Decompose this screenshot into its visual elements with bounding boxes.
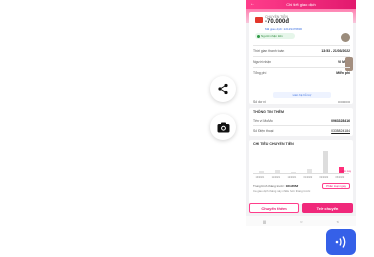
support-link[interactable]: Liên hệ hỗ trợ bbox=[273, 92, 331, 98]
camera-icon bbox=[217, 122, 229, 132]
home-icon[interactable]: ○ bbox=[300, 219, 302, 224]
section-title: CHI TIÊU CHUYỂN TIỀN bbox=[253, 142, 294, 146]
detail-row: Tổng phí Miễn phí bbox=[253, 71, 350, 75]
phone-screen: ← Chi tiết giao dịch CHUYỂN TIỀN -70.000… bbox=[246, 0, 356, 226]
chart-bar bbox=[306, 169, 312, 173]
page-title: Chi tiết giao dịch bbox=[286, 2, 316, 7]
divider bbox=[253, 45, 350, 46]
divider bbox=[253, 125, 350, 126]
chart-bar bbox=[258, 171, 264, 173]
chart-x-label: 12/2021 bbox=[287, 176, 297, 179]
avatar bbox=[341, 33, 350, 42]
chart-x-label: 02/2022 bbox=[319, 176, 329, 179]
return-button[interactable]: Trở chuyển bbox=[302, 203, 353, 213]
divider bbox=[253, 67, 350, 68]
transaction-reference[interactable]: Mã giao dịch: 22129476830 bbox=[265, 27, 302, 31]
app-bar: ← Chi tiết giao dịch bbox=[246, 0, 356, 9]
info-row: Số Điện thoại 0335824184 bbox=[253, 129, 350, 133]
recent-apps-icon[interactable]: ||| bbox=[263, 219, 266, 224]
chart-bar bbox=[274, 170, 280, 173]
summary-text: Trung bình tháng trước: 184.865đ bbox=[253, 184, 299, 188]
info-card: THÔNG TIN THÊM Tên ví MoMo 0963328416 Số… bbox=[249, 108, 353, 136]
chart-x-label: 11/2021 bbox=[271, 176, 281, 179]
recipient-avatar bbox=[345, 57, 353, 71]
detail-row: Thời gian thanh toán 13:53 - 21/03/2022 bbox=[253, 49, 350, 53]
share-button[interactable] bbox=[210, 76, 236, 102]
flag-icon bbox=[255, 17, 263, 23]
voice-assistant-button[interactable] bbox=[326, 229, 356, 255]
transaction-card: CHUYỂN TIỀN -70.000đ Mã giao dịch: 22129… bbox=[249, 12, 353, 104]
share-icon bbox=[218, 83, 228, 95]
chart-x-label: 01/2022 bbox=[303, 176, 313, 179]
status-badge: Người nhận tiền bbox=[255, 33, 295, 39]
detail-row: Người nhận Vi Minh bbox=[253, 60, 350, 64]
categorize-button[interactable]: Phân loại ngay bbox=[322, 183, 350, 189]
chart-x-label: 10/2021 bbox=[255, 176, 265, 179]
system-nav-bar: ||| ○ < bbox=[246, 216, 356, 226]
transaction-amount: -70.000đ bbox=[265, 19, 290, 25]
camera-button[interactable] bbox=[210, 114, 236, 140]
section-title: THÔNG TIN THÊM bbox=[253, 110, 284, 114]
chart-bar bbox=[290, 172, 296, 173]
chart-x-labels: 10/2021 11/2021 12/2021 01/2022 02/2022 03/20… bbox=[253, 176, 349, 180]
spending-chart-card: CHI TIÊU CHUYỂN TIỀN Hôm nay 10/2021 11/2… bbox=[249, 140, 353, 204]
spending-chart bbox=[253, 150, 349, 174]
voice-wave-icon bbox=[335, 236, 346, 248]
info-row: Tên ví MoMo 0963328416 bbox=[253, 119, 350, 123]
back-icon[interactable]: < bbox=[337, 219, 339, 224]
divider bbox=[253, 56, 350, 57]
chart-x-label: 03/2022 bbox=[335, 176, 345, 179]
summary-note: Ca giao dịch tháng này nhiều hơn tháng t… bbox=[253, 189, 311, 193]
chart-bar bbox=[322, 151, 328, 173]
balance-row: Số dư ví •••••••••• bbox=[253, 100, 350, 104]
send-more-button[interactable]: Chuyển thêm bbox=[249, 203, 299, 213]
today-marker: Hôm nay bbox=[340, 170, 351, 173]
